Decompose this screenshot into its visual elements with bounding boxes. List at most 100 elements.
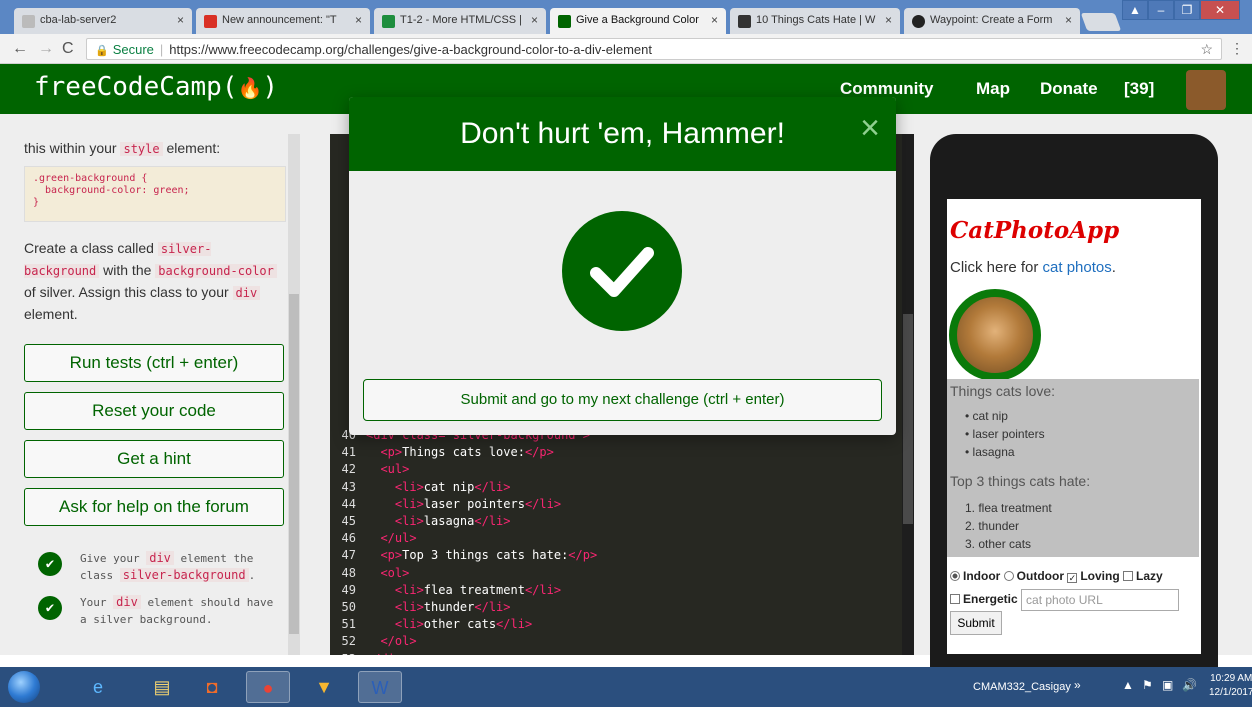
close-icon[interactable]: × <box>355 13 362 27</box>
line-number: 46 <box>341 531 356 546</box>
code-line[interactable]: 48 <ol> <box>330 565 910 582</box>
url-input[interactable]: 🔒 Secure | https://www.freecodecamp.org/cha… <box>86 38 1222 60</box>
tray-expand-icon[interactable]: ▲ <box>1122 678 1134 692</box>
flag-icon[interactable]: ⚑ <box>1142 678 1153 692</box>
tab-waypoint-create-form[interactable]: Waypoint: Create a Form × <box>904 8 1080 34</box>
code-token: cat nip <box>423 479 475 494</box>
tray-user[interactable]: CMAM332_Casigay <box>973 681 1071 693</box>
points-counter[interactable]: [39] <box>1124 79 1154 99</box>
line-number: 52 <box>341 634 356 649</box>
code-line[interactable]: 44 <li>laser pointers</li> <box>330 496 910 513</box>
maximize-button[interactable]: ❐ <box>1174 0 1200 20</box>
close-icon[interactable]: × <box>531 13 538 27</box>
tab-cba-lab-server2[interactable]: cba-lab-server2 × <box>14 8 192 34</box>
bookmark-star-icon[interactable]: ☆ <box>1200 41 1213 58</box>
checkbox-loving[interactable]: ✓ <box>1067 573 1078 583</box>
tab-10-things-cats-hate[interactable]: 10 Things Cats Hate | W × <box>730 8 900 34</box>
reload-icon[interactable]: C <box>62 40 74 58</box>
code-line[interactable]: 47 <p>Top 3 things cats hate:</p> <box>330 547 910 564</box>
forum-help-button[interactable]: Ask for help on the forum <box>24 488 284 526</box>
radio-indoor-label: Indoor <box>963 569 1001 583</box>
close-icon[interactable]: × <box>1065 13 1072 27</box>
internet-explorer-icon[interactable]: e <box>76 671 120 703</box>
test2-b: element should have a silver background. <box>80 596 274 626</box>
close-icon[interactable]: × <box>885 13 892 27</box>
back-icon[interactable]: ← <box>12 40 28 58</box>
code-line[interactable]: 41 <p>Things cats love:</p> <box>330 444 910 461</box>
submit-next-challenge-button[interactable]: Submit and go to my next challenge (ctrl… <box>363 379 882 421</box>
nav-map[interactable]: Map <box>976 79 1010 99</box>
close-icon[interactable]: × <box>860 111 880 145</box>
close-icon[interactable]: × <box>711 13 718 27</box>
chevron-double-icon[interactable]: » <box>1074 678 1081 692</box>
intro-post: element: <box>166 140 221 156</box>
instr-b: with the <box>103 262 152 278</box>
code-line[interactable]: 49 <li>flea treatment</li> <box>330 582 910 599</box>
forward-icon[interactable]: → <box>38 40 54 58</box>
form-row-2: Energetic cat photo URL <box>950 589 1180 611</box>
code-token: </li> <box>474 479 511 494</box>
list-item: 1. flea treatment <box>965 501 1052 515</box>
clock-time: 10:29 AM <box>1210 673 1252 684</box>
nav-community[interactable]: Community <box>840 79 934 99</box>
word-icon[interactable]: W <box>358 671 402 703</box>
code-token: </ul> <box>366 531 417 546</box>
list-item: • lasagna <box>965 445 1015 459</box>
freecodecamp-icon <box>558 15 571 28</box>
test-item: ✔ Your div element should have a silver … <box>38 594 278 630</box>
checkbox-lazy-label: Lazy <box>1136 569 1163 583</box>
modal-header: Don't hurt 'em, Hammer! × <box>349 97 896 171</box>
network-icon[interactable]: ▣ <box>1162 678 1173 692</box>
get-hint-button[interactable]: Get a hint <box>24 440 284 478</box>
cat-photo[interactable] <box>949 289 1041 381</box>
logo-text: freeCodeCamp <box>34 72 222 102</box>
code-line[interactable]: 50 <li>thunder</li> <box>330 599 910 616</box>
start-button[interactable] <box>8 671 40 703</box>
code-line[interactable]: 45 <li>lasagna</li> <box>330 513 910 530</box>
cat-photo-url-input[interactable]: cat photo URL <box>1021 589 1180 611</box>
user-icon[interactable]: ▲ <box>1122 0 1148 20</box>
checkbox-lazy[interactable] <box>1123 571 1134 581</box>
close-icon[interactable]: × <box>177 13 184 27</box>
code-token: </li> <box>474 600 511 614</box>
code-token: <ul> <box>366 462 410 477</box>
nav-donate[interactable]: Donate <box>1040 79 1098 99</box>
new-tab-button[interactable] <box>1080 13 1122 31</box>
avatar[interactable] <box>1186 70 1226 110</box>
code-line[interactable]: 43 <li>cat nip</li> <box>330 479 910 496</box>
run-tests-button[interactable]: Run tests (ctrl + enter) <box>24 344 284 382</box>
tab-new-announcement[interactable]: New announcement: "T × <box>196 8 370 34</box>
radio-outdoor[interactable] <box>1003 571 1014 581</box>
line-number: 49 <box>341 582 356 597</box>
fox-app-icon[interactable]: ▼ <box>302 671 346 703</box>
form-row-1: Indoor Outdoor ✓ Loving Lazy <box>950 569 1163 583</box>
tab-give-background-color[interactable]: Give a Background Color × <box>550 8 726 34</box>
menu-icon[interactable]: ⋮ <box>1230 40 1244 57</box>
code-line[interactable]: 53</div> <box>330 651 910 655</box>
volume-icon[interactable]: 🔊 <box>1182 678 1197 692</box>
code-line[interactable]: 51 <li>other cats</li> <box>330 616 910 633</box>
office-icon[interactable]: ◘ <box>190 671 234 703</box>
clock[interactable]: 10:29 AM 12/1/2017 <box>1209 672 1252 700</box>
url-text: https://www.freecodecamp.org/challenges/… <box>169 42 652 57</box>
code-line[interactable]: 52 </ol> <box>330 633 910 650</box>
divider: | <box>159 42 164 57</box>
preview-submit-button[interactable]: Submit <box>950 611 1002 635</box>
editor-scrollbar-thumb[interactable] <box>903 314 913 524</box>
checkbox-energetic[interactable] <box>950 594 960 605</box>
screen: cba-lab-server2 × New announcement: "T ×… <box>0 0 1252 707</box>
fcc-logo[interactable]: freeCodeCamp(🔥) <box>34 72 278 102</box>
cat-photos-link[interactable]: cat photos <box>1043 259 1112 276</box>
code-line[interactable]: 42 <ul> <box>330 461 910 478</box>
chrome-icon[interactable]: ● <box>246 671 290 703</box>
close-window-button[interactable]: ✕ <box>1200 0 1240 20</box>
code-token: <li> <box>366 600 424 614</box>
scrollbar-thumb[interactable] <box>289 294 299 634</box>
radio-indoor[interactable] <box>950 571 960 581</box>
tab-t1-2[interactable]: T1-2 - More HTML/CSS | × <box>374 8 546 34</box>
reset-code-button[interactable]: Reset your code <box>24 392 284 430</box>
file-explorer-icon[interactable]: ▤ <box>140 671 184 703</box>
minimize-button[interactable]: – <box>1148 0 1174 20</box>
code-line[interactable]: 46 </ul> <box>330 530 910 547</box>
code-token: </li> <box>524 582 562 597</box>
